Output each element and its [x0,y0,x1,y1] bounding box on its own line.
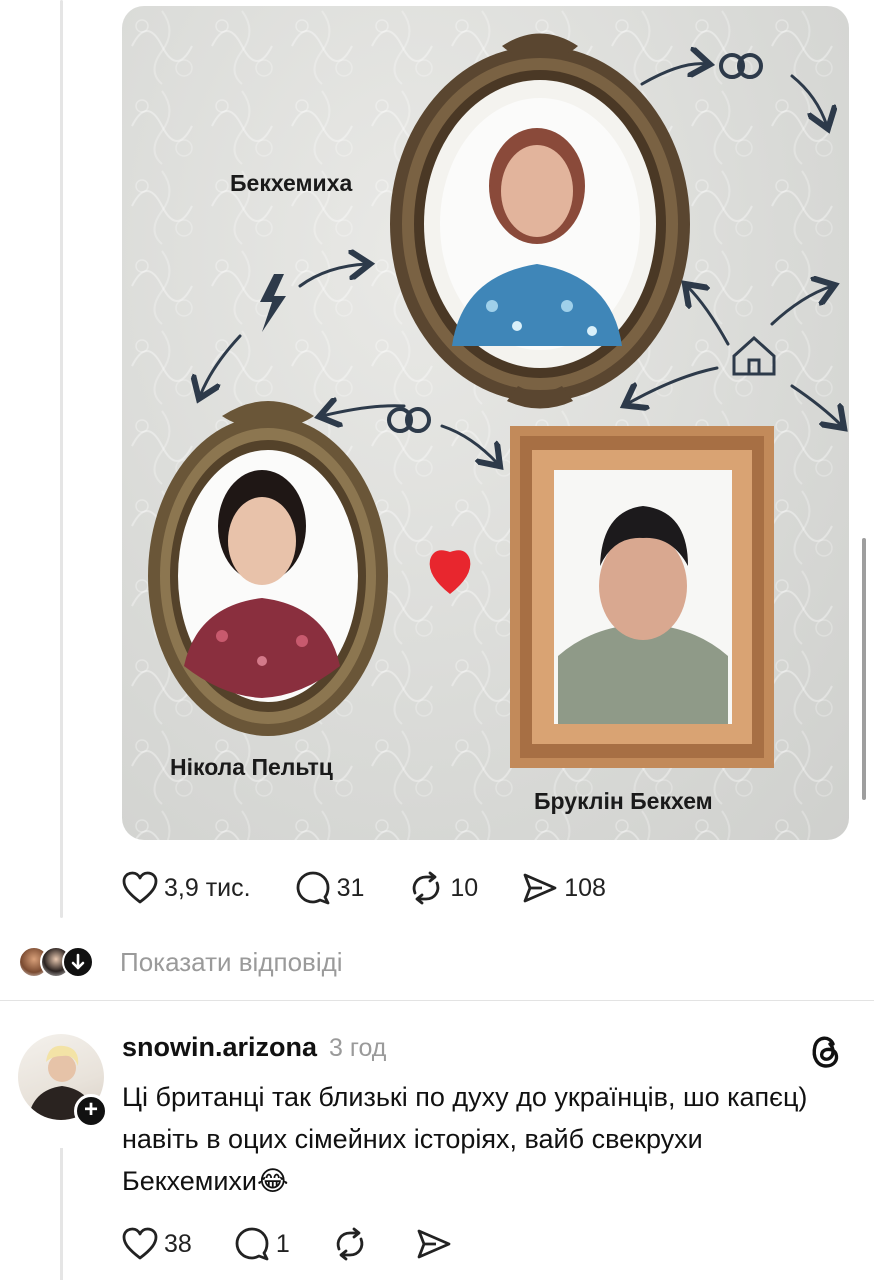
share-count: 108 [564,873,606,902]
repost-count: 10 [450,873,479,902]
family-tree-illustration [122,6,849,840]
post-action-bar: 3,9 тис. 31 10 108 [122,866,650,910]
comment-like-count: 38 [164,1229,192,1258]
repost-icon [413,871,440,905]
divider [0,1000,874,1001]
send-icon [523,873,557,903]
scrollbar[interactable] [862,538,866,800]
send-icon [417,1229,451,1259]
share-button[interactable]: 108 [522,871,606,905]
show-replies-link[interactable]: Показати відповіді [120,947,343,978]
label-top: Бекхемиха [230,170,353,196]
comment-header: snowin.arizona 3 год [122,1032,386,1063]
heart-outline-icon [122,1227,158,1260]
timestamp: 3 год [329,1034,387,1062]
threads-logo-icon[interactable] [806,1030,842,1075]
comment-text: Ці британці так близькі по духу до украї… [122,1082,808,1196]
comment-icon [235,1227,269,1261]
comment-like-button[interactable]: 38 [122,1227,192,1261]
username[interactable]: snowin.arizona [122,1032,317,1063]
heart-outline-icon [122,871,158,904]
follow-plus-button[interactable]: + [74,1094,108,1128]
comment-reply-count: 1 [275,1229,290,1258]
show-replies-row[interactable]: Показати відповіді [18,942,343,982]
repost-button[interactable]: 10 [408,871,478,905]
like-button[interactable]: 3,9 тис. [122,871,251,905]
label-right: Бруклін Бекхем [534,788,713,814]
like-count: 3,9 тис. [164,873,251,902]
repost-icon [336,1227,363,1261]
comment-count: 31 [336,873,365,902]
post-image[interactable]: Бекхемиха Нікола Пельтц Бруклін Бекхем [122,6,849,840]
label-left: Нікола Пельтц [170,754,333,780]
comment-icon [296,871,329,905]
comment-button[interactable]: 31 [295,871,365,905]
comment-action-bar: 38 1 [122,1224,500,1264]
arrow-down-icon [62,946,94,978]
thread-line-bottom [60,1148,63,1280]
comment-share-button[interactable] [416,1227,458,1261]
comment-repost-button[interactable] [332,1227,374,1261]
comment-reply-button[interactable]: 1 [234,1227,290,1261]
thread-line [60,0,63,918]
right-portrait-frame [510,426,774,768]
